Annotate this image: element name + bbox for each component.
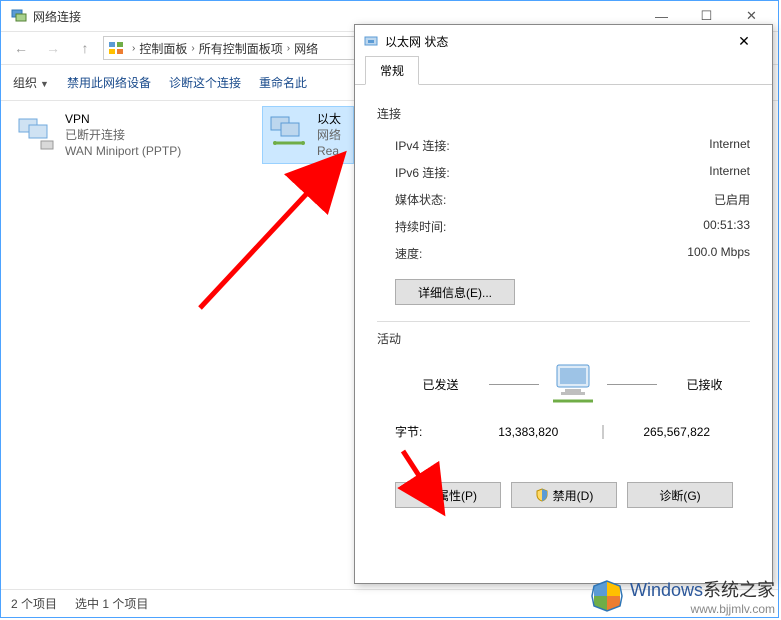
properties-button-label: 属性(P) <box>437 487 477 504</box>
diagnose-button-label: 诊断(G) <box>659 487 700 504</box>
properties-button[interactable]: 属性(P) <box>395 482 501 508</box>
windows-logo-icon <box>590 579 624 613</box>
shield-icon <box>535 488 549 502</box>
control-panel-icon <box>108 40 124 56</box>
duration-label: 持续时间: <box>395 218 446 235</box>
media-state-row: 媒体状态: 已启用 <box>377 186 750 213</box>
connection-status: 已断开连接 <box>65 127 181 143</box>
connection-device: Rea <box>317 143 341 159</box>
watermark-brand: Windows <box>630 580 703 600</box>
chevron-right-icon: › <box>191 43 194 54</box>
back-button[interactable]: ← <box>7 34 35 62</box>
bytes-row: 字节: 13,383,820 265,567,822 <box>395 423 750 440</box>
media-state-value: 已启用 <box>714 191 750 208</box>
network-connections-icon <box>11 8 27 24</box>
selection-count: 选中 1 个项目 <box>75 595 148 612</box>
sent-label: 已发送 <box>401 376 481 393</box>
computer-icon <box>547 361 599 407</box>
ethernet-connection-icon <box>267 111 311 155</box>
activity-line <box>607 384 657 385</box>
connection-device: WAN Miniport (PPTP) <box>65 143 181 159</box>
watermark-url: www.bjjmlv.com <box>630 602 775 616</box>
organize-menu[interactable]: 组织▼ <box>13 74 49 91</box>
ethernet-adapter-icon <box>363 33 379 49</box>
dialog-tabs: 常规 <box>355 57 772 85</box>
diagnose-button[interactable]: 诊断(G) <box>627 482 733 508</box>
disable-button-label: 禁用(D) <box>553 487 594 504</box>
rename-connection-button[interactable]: 重命名此 <box>259 74 307 91</box>
media-state-label: 媒体状态: <box>395 191 446 208</box>
connection-item-ethernet[interactable]: 以太 网络 Rea <box>263 107 353 163</box>
bytes-sent-value: 13,383,820 <box>455 425 602 439</box>
vpn-connection-icon <box>15 111 59 155</box>
breadcrumb-network[interactable]: 网络 <box>294 40 318 57</box>
dialog-close-button[interactable]: ✕ <box>724 27 764 55</box>
dialog-buttons: 属性(P) 禁用(D) 诊断(G) <box>395 482 750 508</box>
divider <box>377 321 750 322</box>
connection-labels: VPN 已断开连接 WAN Miniport (PPTP) <box>65 111 181 159</box>
watermark: Windows系统之家 www.bjjmlv.com <box>590 576 775 616</box>
details-button[interactable]: 详细信息(E)... <box>395 279 515 305</box>
tab-general[interactable]: 常规 <box>365 56 419 85</box>
activity-section-header: 活动 <box>377 330 750 347</box>
duration-value: 00:51:33 <box>703 218 750 235</box>
breadcrumb-all-items[interactable]: 所有控制面板项 <box>199 40 283 57</box>
connection-name: 以太 <box>317 111 341 127</box>
breadcrumb-control-panel[interactable]: 控制面板 <box>139 40 187 57</box>
dialog-titlebar[interactable]: 以太网 状态 ✕ <box>355 25 772 57</box>
item-count: 2 个项目 <box>11 595 57 612</box>
chevron-down-icon: ▼ <box>40 79 49 89</box>
connection-name: VPN <box>65 111 181 127</box>
speed-label: 速度: <box>395 245 422 262</box>
disable-device-button[interactable]: 禁用此网络设备 <box>67 74 151 91</box>
bytes-label: 字节: <box>395 423 455 440</box>
ethernet-status-dialog: 以太网 状态 ✕ 常规 连接 IPv4 连接: Internet IPv6 连接:… <box>354 24 773 584</box>
watermark-suffix: 系统之家 <box>703 580 775 600</box>
duration-row: 持续时间: 00:51:33 <box>377 213 750 240</box>
speed-row: 速度: 100.0 Mbps <box>377 240 750 267</box>
ipv6-value: Internet <box>709 164 750 181</box>
ipv4-label: IPv4 连接: <box>395 137 450 154</box>
up-button[interactable]: ↑ <box>71 34 99 62</box>
connection-item-vpn[interactable]: VPN 已断开连接 WAN Miniport (PPTP) <box>11 107 251 163</box>
forward-button[interactable]: → <box>39 34 67 62</box>
window-title: 网络连接 <box>33 8 81 25</box>
chevron-right-icon: › <box>287 43 290 54</box>
speed-value: 100.0 Mbps <box>687 245 750 262</box>
connection-section-header: 连接 <box>377 105 750 122</box>
ipv4-value: Internet <box>709 137 750 154</box>
connection-labels: 以太 网络 Rea <box>317 111 341 159</box>
disable-button[interactable]: 禁用(D) <box>511 482 617 508</box>
activity-line <box>489 384 539 385</box>
diagnose-connection-button[interactable]: 诊断这个连接 <box>169 74 241 91</box>
ipv6-label: IPv6 连接: <box>395 164 450 181</box>
ipv4-row: IPv4 连接: Internet <box>377 132 750 159</box>
activity-diagram: 已发送 已接收 <box>395 361 750 407</box>
bytes-received-value: 265,567,822 <box>604 425 751 439</box>
shield-icon <box>419 488 433 502</box>
ipv6-row: IPv6 连接: Internet <box>377 159 750 186</box>
dialog-body: 连接 IPv4 连接: Internet IPv6 连接: Internet 媒体状… <box>355 85 772 522</box>
connection-status: 网络 <box>317 127 341 143</box>
received-label: 已接收 <box>665 376 745 393</box>
chevron-right-icon: › <box>132 43 135 54</box>
dialog-title: 以太网 状态 <box>385 33 448 50</box>
